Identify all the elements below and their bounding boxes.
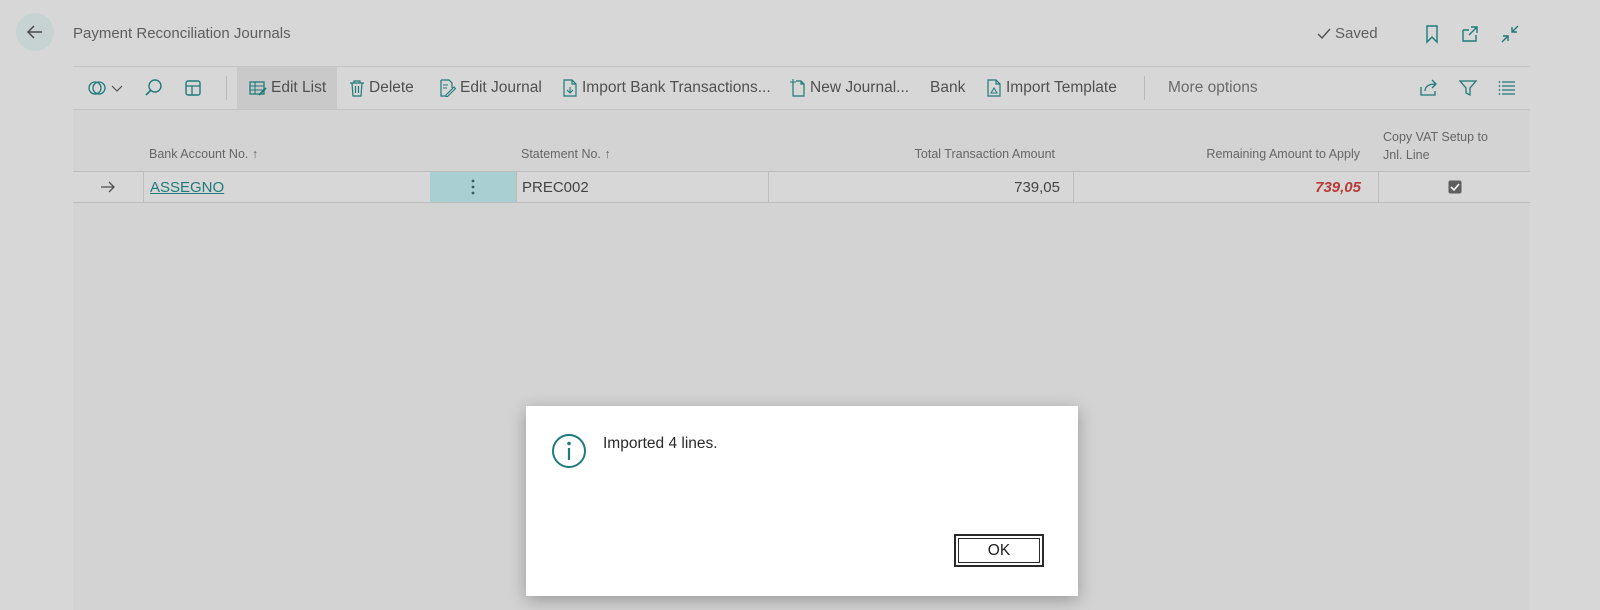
info-icon (552, 434, 586, 468)
total-transaction-amount-cell[interactable]: 739,05 (769, 172, 1060, 202)
more-options-label: More options (1168, 79, 1258, 96)
collapse-icon[interactable] (1499, 23, 1521, 45)
checkbox-checked-icon (1448, 180, 1461, 194)
message-dialog: Imported 4 lines. OK (526, 406, 1078, 596)
column-header-statement-no[interactable]: Statement No. ↑ (521, 145, 611, 163)
edit-list-button[interactable]: Edit List (237, 67, 338, 109)
ok-button[interactable]: OK (954, 534, 1044, 567)
remaining-amount-cell[interactable]: 739,05 (1074, 172, 1361, 202)
arrow-right-icon (101, 181, 115, 193)
new-journal-label: New Journal... (810, 79, 910, 96)
column-header-total-transaction-amount[interactable]: Total Transaction Amount (870, 145, 1055, 163)
column-header-bank-account-no[interactable]: Bank Account No. ↑ (149, 145, 258, 163)
trash-icon (350, 80, 364, 97)
edit-document-icon (440, 79, 456, 97)
page-title: Payment Reconciliation Journals (73, 25, 291, 42)
apps-icon (88, 81, 106, 95)
copy-vat-setup-checkbox[interactable] (1379, 172, 1530, 202)
table-row[interactable]: ASSEGNO PREC002 739,05 739,05 (73, 171, 1530, 203)
statement-no-cell[interactable]: PREC002 (522, 172, 762, 202)
more-vertical-icon (471, 179, 475, 195)
new-document-icon (790, 79, 805, 97)
bookmark-icon[interactable] (1421, 23, 1443, 45)
delete-label: Delete (369, 79, 414, 96)
row-indicator (73, 172, 143, 202)
search-button[interactable] (144, 67, 164, 109)
search-icon (145, 79, 162, 96)
row-actions-button[interactable] (430, 172, 516, 202)
edit-journal-label: Edit Journal (460, 79, 542, 96)
share-button[interactable] (1419, 67, 1439, 109)
import-bank-transactions-label: Import Bank Transactions... (582, 79, 771, 96)
import-bank-transactions-button[interactable]: Import Bank Transactions... (562, 67, 771, 109)
saved-status: Saved (1316, 25, 1378, 42)
filter-button[interactable] (1459, 67, 1477, 109)
edit-journal-button[interactable]: Edit Journal (438, 67, 542, 109)
template-icon (987, 79, 1001, 97)
sort-ascending-icon: ↑ (604, 147, 611, 161)
import-template-label: Import Template (1006, 79, 1117, 96)
list-view-button[interactable] (1498, 67, 1516, 109)
edit-list-icon (249, 81, 267, 96)
list-icon (1498, 81, 1515, 95)
back-button[interactable] (16, 13, 54, 51)
dialog-message: Imported 4 lines. (603, 435, 718, 452)
tiles-icon (185, 80, 201, 96)
new-journal-button[interactable]: New Journal... (790, 67, 909, 109)
import-document-icon (563, 79, 577, 97)
delete-button[interactable]: Delete (349, 67, 414, 109)
bank-account-link[interactable]: ASSEGNO (150, 172, 420, 202)
share-icon (1420, 79, 1437, 96)
column-header-copy-vat-setup[interactable]: Copy VAT Setup to Jnl. Line (1383, 128, 1488, 164)
bank-menu[interactable]: Bank (930, 67, 965, 109)
action-bar: Edit List Delete Edit Journal Import Ban… (73, 66, 1530, 110)
actions-menu-button[interactable] (87, 67, 123, 109)
saved-label: Saved (1335, 25, 1378, 42)
arrow-left-icon (26, 25, 42, 39)
show-as-tiles-button[interactable] (184, 67, 202, 109)
import-template-button[interactable]: Import Template (986, 67, 1117, 109)
checkmark-icon (1317, 28, 1331, 39)
open-new-window-icon[interactable] (1459, 23, 1481, 45)
edit-list-label: Edit List (271, 79, 327, 96)
more-options-button[interactable]: More options (1168, 67, 1258, 109)
filter-icon (1459, 80, 1477, 97)
column-header-remaining-amount-to-apply[interactable]: Remaining Amount to Apply (1160, 145, 1360, 163)
bank-label: Bank (930, 79, 966, 96)
sort-ascending-icon: ↑ (251, 147, 259, 161)
chevron-down-icon (111, 85, 123, 92)
